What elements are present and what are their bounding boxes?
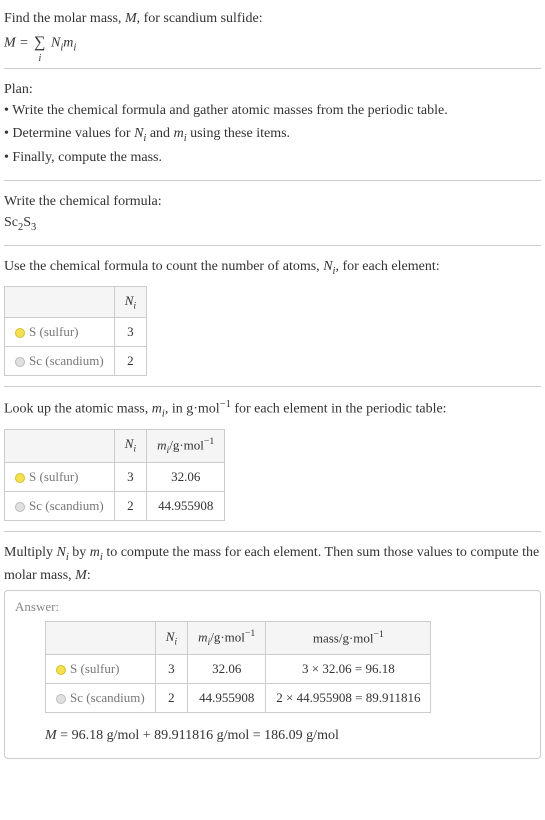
table-row: Sc (scandium) 2 44.955908 [5, 491, 225, 520]
eq-lhs: M [4, 36, 16, 51]
divider [4, 245, 541, 246]
n-cell: 2 [114, 491, 146, 520]
n-cell: 2 [155, 683, 187, 712]
sigma-icon: ∑i [34, 29, 45, 58]
plan-bullet-3: • Finally, compute the mass. [4, 147, 541, 169]
eq-equals: = [16, 36, 32, 51]
step4-title: Multiply Ni by mi to compute the mass fo… [4, 542, 541, 587]
element-cell: S (sulfur) [5, 318, 115, 347]
eq-m: m [63, 36, 73, 51]
table-row: S (sulfur) 3 32.06 [5, 462, 225, 491]
intro-text-a: Find the molar mass, [4, 11, 125, 26]
header-blank [46, 622, 156, 655]
plan-section: Plan: • Write the chemical formula and g… [4, 79, 541, 169]
answer-box: Answer: Ni mi/g·mol−1 mass/g·mol−1 S (su… [4, 590, 541, 759]
answer-result: M = 96.18 g/mol + 89.911816 g/mol = 186.… [45, 725, 530, 746]
step2-section: Use the chemical formula to count the nu… [4, 256, 541, 376]
table-header-row: Ni mi/g·mol−1 [5, 429, 225, 462]
m-cell: 44.955908 [188, 683, 266, 712]
divider [4, 386, 541, 387]
header-blank [5, 286, 115, 318]
intro-section: Find the molar mass, M, for scandium sul… [4, 8, 541, 58]
table-row: Sc (scandium) 2 44.955908 2 × 44.955908 … [46, 683, 431, 712]
answer-table: Ni mi/g·mol−1 mass/g·mol−1 S (sulfur) 3 … [45, 621, 431, 713]
step2-title: Use the chemical formula to count the nu… [4, 256, 541, 280]
m-cell: 32.06 [188, 654, 266, 683]
n-cell: 3 [155, 654, 187, 683]
m-cell: 44.955908 [147, 491, 225, 520]
step1-formula: Sc2S3 [4, 212, 541, 236]
header-mi: mi/g·mol−1 [188, 622, 266, 655]
dot-icon [15, 473, 25, 483]
element-cell: Sc (scandium) [5, 347, 115, 376]
header-Ni: Ni [114, 429, 146, 462]
divider [4, 68, 541, 69]
dot-icon [56, 694, 66, 704]
step1-section: Write the chemical formula: Sc2S3 [4, 191, 541, 236]
intro-text-b: , for scandium sulfide: [137, 11, 263, 26]
answer-content: Ni mi/g·mol−1 mass/g·mol−1 S (sulfur) 3 … [15, 621, 530, 746]
eq-m-sub: i [73, 42, 76, 53]
table-row: S (sulfur) 3 32.06 3 × 32.06 = 96.18 [46, 654, 431, 683]
step3-section: Look up the atomic mass, mi, in g·mol−1 … [4, 397, 541, 520]
step4-section: Multiply Ni by mi to compute the mass fo… [4, 542, 541, 587]
table-row: Sc (scandium) 2 [5, 347, 147, 376]
header-mass: mass/g·mol−1 [266, 622, 431, 655]
n-cell: 3 [114, 318, 146, 347]
plan-title: Plan: [4, 79, 541, 100]
step3-table: Ni mi/g·mol−1 S (sulfur) 3 32.06 Sc (sca… [4, 429, 225, 521]
mass-cell: 2 × 44.955908 = 89.911816 [266, 683, 431, 712]
divider [4, 531, 541, 532]
table-row: S (sulfur) 3 [5, 318, 147, 347]
table-header-row: Ni [5, 286, 147, 318]
answer-label: Answer: [15, 599, 530, 615]
dot-icon [15, 502, 25, 512]
header-blank [5, 429, 115, 462]
n-cell: 3 [114, 462, 146, 491]
header-mi: mi/g·mol−1 [147, 429, 225, 462]
plan-bullet-2: • Determine values for Ni and mi using t… [4, 123, 541, 148]
eq-N: N [51, 36, 60, 51]
dot-icon [56, 665, 66, 675]
table-header-row: Ni mi/g·mol−1 mass/g·mol−1 [46, 622, 431, 655]
element-cell: Sc (scandium) [5, 491, 115, 520]
dot-icon [15, 328, 25, 338]
step2-table: Ni S (sulfur) 3 Sc (scandium) 2 [4, 286, 147, 377]
element-cell: S (sulfur) [5, 462, 115, 491]
header-Ni: Ni [155, 622, 187, 655]
element-cell: S (sulfur) [46, 654, 156, 683]
intro-line: Find the molar mass, M, for scandium sul… [4, 8, 541, 29]
plan-bullet-1: • Write the chemical formula and gather … [4, 100, 541, 122]
element-cell: Sc (scandium) [46, 683, 156, 712]
intro-equation: M = ∑i Nimi [4, 29, 541, 58]
divider [4, 180, 541, 181]
intro-var-M: M [125, 11, 137, 26]
step1-title: Write the chemical formula: [4, 191, 541, 212]
step3-title: Look up the atomic mass, mi, in g·mol−1 … [4, 397, 541, 422]
n-cell: 2 [114, 347, 146, 376]
header-Ni: Ni [114, 286, 146, 318]
m-cell: 32.06 [147, 462, 225, 491]
mass-cell: 3 × 32.06 = 96.18 [266, 654, 431, 683]
dot-icon [15, 357, 25, 367]
